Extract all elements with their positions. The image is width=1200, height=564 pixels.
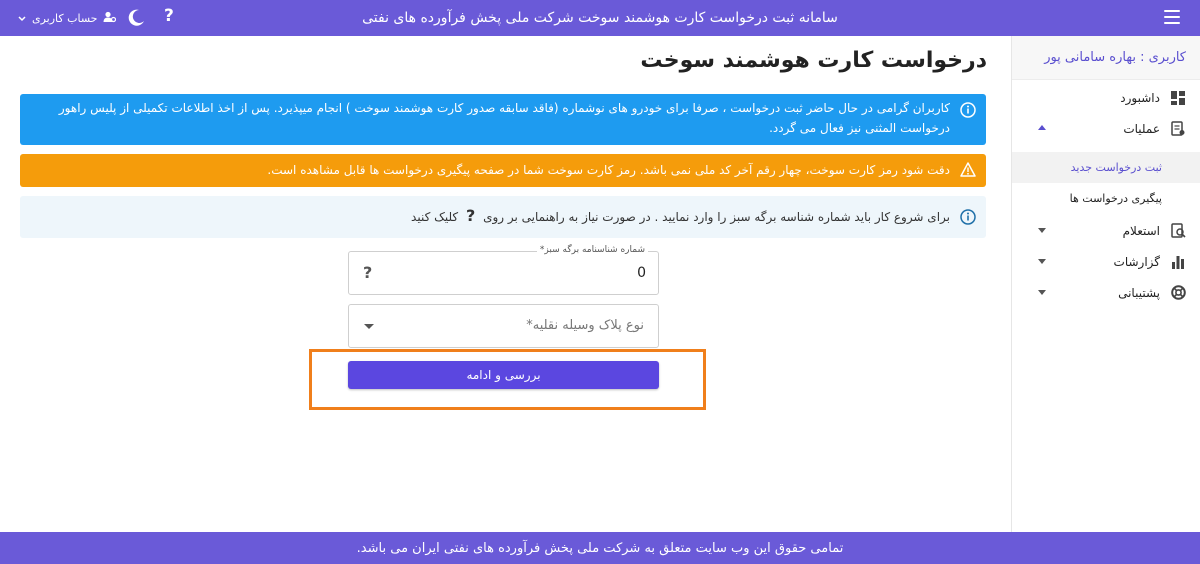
check-and-continue-button[interactable]: بررسی و ادامه <box>348 361 659 389</box>
app-title: سامانه ثبت درخواست کارت هوشمند سوخت شرکت… <box>362 10 838 26</box>
sidebar-item-label: گزارشات <box>1113 254 1160 269</box>
question-mark-icon[interactable]: ? <box>363 263 372 282</box>
page-title: درخواست کارت هوشمند سوخت <box>640 48 987 73</box>
chevron-up-icon <box>1038 125 1046 130</box>
sidebar-item-reports[interactable]: گزارشات <box>1012 246 1200 277</box>
help-question-link[interactable]: ? <box>466 206 475 225</box>
chevron-down-icon <box>1038 228 1046 233</box>
green-sheet-number-label: شماره شناسنامه برگه سبز* <box>536 245 648 255</box>
sidebar-item-label: عملیات <box>1123 121 1160 136</box>
vehicle-plate-type-select[interactable]: نوع پلاک وسیله نقلیه* <box>348 304 659 348</box>
hamburger-menu-icon[interactable] <box>1164 10 1180 24</box>
dashboard-icon <box>1170 90 1186 106</box>
sidebar-item-label: داشبورد <box>1120 90 1160 105</box>
sidebar-item-label: پشتیبانی <box>1118 285 1160 300</box>
info-circle-icon <box>960 102 976 118</box>
info-alert-text: کاربران گرامی در حال حاضر ثبت درخواست ، … <box>58 101 950 135</box>
sidebar-item-label: استعلام <box>1122 223 1160 238</box>
green-sheet-number-field[interactable]: شماره شناسنامه برگه سبز* 0 ? <box>348 245 659 295</box>
help-question-icon[interactable]: ? <box>164 6 174 26</box>
help-alert-click-text: کلیک کنید <box>411 210 459 224</box>
sidebar-subitem-new-request[interactable]: ثبت درخواست جدید <box>1012 152 1200 183</box>
main-content: درخواست کارت هوشمند سوخت کاربران گرامی د… <box>0 36 1011 532</box>
help-alert-text: برای شروع کار باید شماره شناسه برگه سبز … <box>483 210 950 224</box>
operations-icon <box>1170 121 1186 137</box>
footer: تمامی حقوق این وب سایت متعلق به شرکت ملی… <box>0 532 1200 564</box>
vehicle-plate-type-placeholder: نوع پلاک وسیله نقلیه* <box>526 318 644 333</box>
help-alert: برای شروع کار باید شماره شناسه برگه سبز … <box>20 196 986 238</box>
warning-triangle-icon <box>960 162 976 178</box>
dropdown-caret-icon <box>364 324 374 329</box>
user-settings-icon <box>103 11 117 26</box>
warning-alert-text: دقت شود رمز کارت سوخت، چهار رقم آخر کد م… <box>267 163 950 177</box>
sidebar-item-inquiry[interactable]: استعلام <box>1012 215 1200 246</box>
warning-alert: دقت شود رمز کارت سوخت، چهار رقم آخر کد م… <box>20 154 986 187</box>
support-lifebuoy-icon <box>1170 285 1186 301</box>
dark-mode-moon-icon[interactable] <box>126 8 146 28</box>
footer-copyright-text: تمامی حقوق این وب سایت متعلق به شرکت ملی… <box>356 540 844 556</box>
info-alert: کاربران گرامی در حال حاضر ثبت درخواست ، … <box>20 94 986 145</box>
chevron-down-icon <box>1038 290 1046 295</box>
chevron-down-icon <box>18 12 26 25</box>
sidebar-user-name: کاربری : بهاره سامانی پور <box>1012 36 1200 80</box>
sidebar: کاربری : بهاره سامانی پور داشبورد عملیات… <box>1011 36 1200 532</box>
sidebar-item-support[interactable]: پشتیبانی <box>1012 277 1200 308</box>
sidebar-subitem-track-requests[interactable]: پیگیری درخواست ها <box>1012 183 1200 214</box>
info-circle-icon <box>960 209 976 225</box>
user-account-menu[interactable]: حساب کاربری <box>18 0 117 36</box>
top-bar: سامانه ثبت درخواست کارت هوشمند سوخت شرکت… <box>0 0 1200 36</box>
sidebar-item-dashboard[interactable]: داشبورد <box>1012 82 1200 113</box>
chevron-down-icon <box>1038 259 1046 264</box>
green-sheet-number-input[interactable]: 0 <box>637 265 646 281</box>
sidebar-item-operations[interactable]: عملیات <box>1012 113 1200 144</box>
reports-icon <box>1170 254 1186 270</box>
user-account-label: حساب کاربری <box>32 11 98 25</box>
inquiry-icon <box>1170 223 1186 239</box>
